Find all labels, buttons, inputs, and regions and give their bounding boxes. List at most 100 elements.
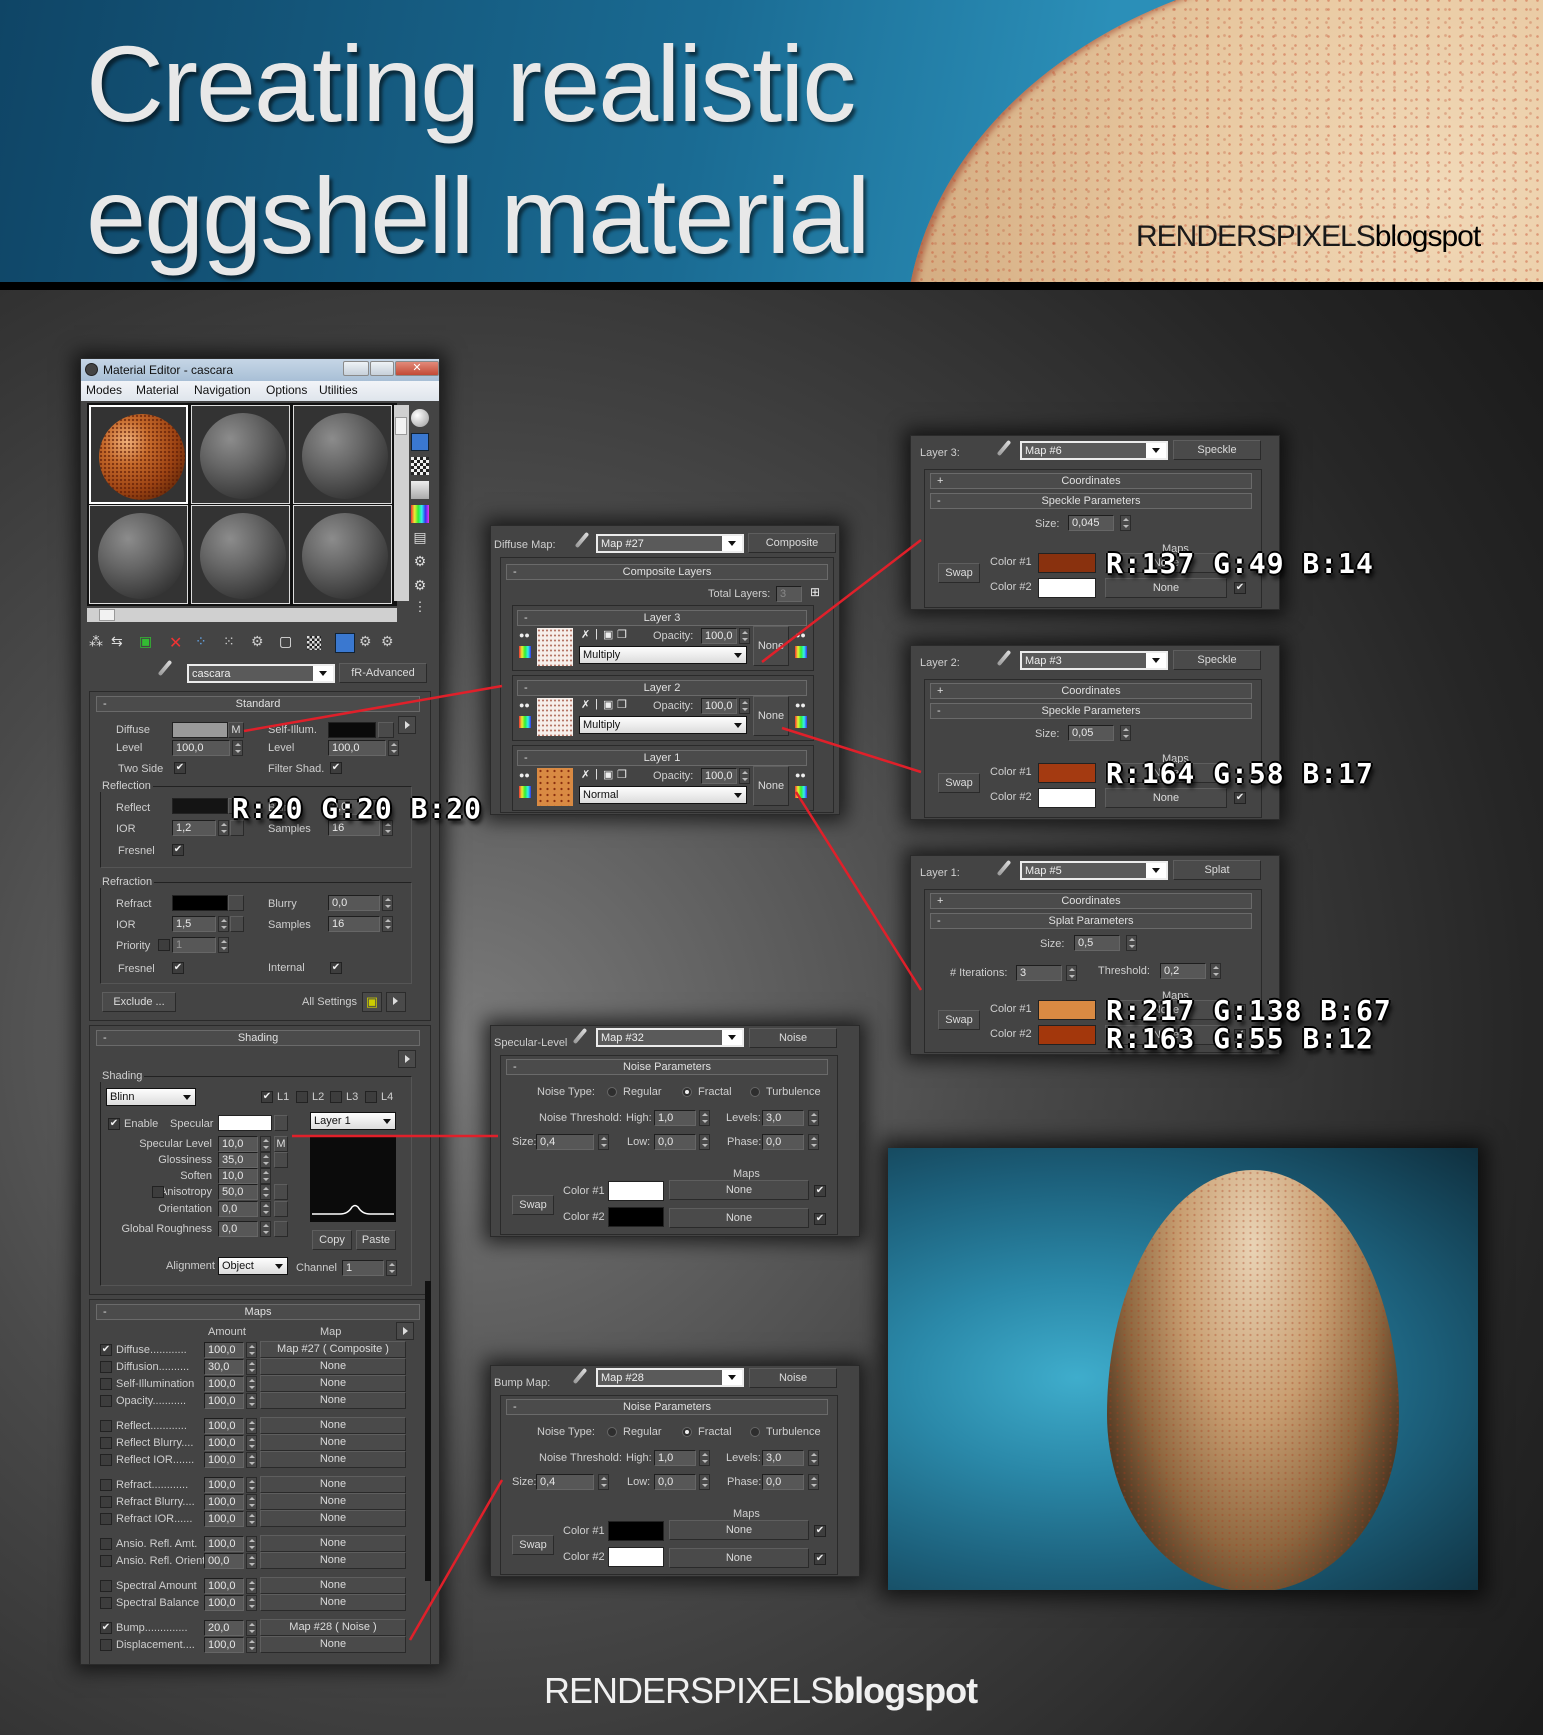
map-slot-button[interactable]: None [260,1434,406,1451]
show-end-result-icon[interactable] [307,636,321,650]
size-spinner[interactable] [1120,515,1131,531]
map-amount-field[interactable]: 100,0 [204,1595,244,1611]
map-amount-field[interactable]: 20,0 [204,1620,244,1636]
map-amount-field[interactable]: 100,0 [204,1452,244,1468]
expand-arrow-button[interactable] [398,716,416,734]
map-type-button[interactable]: Splat [1173,860,1261,880]
color2-map-checkbox[interactable]: ✔ [814,1213,826,1225]
composite-layer-header[interactable]: - Layer 3 [517,610,807,626]
sample-slot-4[interactable] [89,505,188,604]
param-map-button[interactable]: M [274,1136,288,1152]
menu-material[interactable]: Material [136,383,179,397]
blend-mode-dropdown[interactable]: Normal [579,786,747,804]
shading-rollout-header[interactable]: - Shading [96,1030,420,1046]
rename-layer-icon[interactable]: | [595,628,598,640]
opacity-field[interactable]: 100,0 [701,768,737,784]
map-amount-spinner[interactable] [246,1595,257,1611]
levels-field[interactable]: 3,0 [762,1450,804,1466]
map-amount-spinner[interactable] [246,1452,257,1468]
low-field[interactable]: 0,0 [654,1474,696,1490]
refract-ior-map-button[interactable] [230,916,244,932]
sample-slot-1[interactable] [89,405,188,504]
threshold-spinner[interactable] [1210,963,1221,979]
paste-button[interactable]: Paste [356,1230,396,1250]
refract-samples-field[interactable]: 16 [328,916,380,932]
reflect-color-swatch[interactable] [172,798,228,814]
color-correction-icon[interactable] [519,646,531,658]
param-field[interactable]: 0,0 [218,1221,258,1237]
map-amount-field[interactable]: 100,0 [204,1637,244,1653]
map-type-button[interactable]: Speckle [1173,650,1261,670]
swap-button[interactable]: Swap [938,1010,980,1030]
phase-field[interactable]: 0,0 [762,1474,804,1490]
composite-layer-header[interactable]: - Layer 2 [517,680,807,696]
map-amount-field[interactable]: 100,0 [204,1435,244,1451]
iterations-field[interactable]: 3 [1016,965,1062,981]
map-enable-checkbox[interactable] [100,1639,112,1651]
color1-swatch[interactable] [608,1521,664,1541]
put-material-icon[interactable]: ⇆ [111,633,131,653]
size-spinner[interactable] [598,1474,609,1490]
high-field[interactable]: 1,0 [654,1450,696,1466]
map-slot-button[interactable]: None [260,1493,406,1510]
param-field[interactable]: 35,0 [218,1152,258,1168]
exclude-button[interactable]: Exclude ... [102,992,176,1012]
map-slot-button[interactable]: None [260,1577,406,1594]
visibility-icon[interactable]: ●● [519,630,530,640]
noise-parameters-header[interactable]: - Noise Parameters [506,1059,828,1075]
color1-swatch[interactable] [1038,1000,1096,1020]
layer-l4-checkbox[interactable] [365,1091,377,1103]
background-checker-icon[interactable] [411,457,429,475]
map-slot-button[interactable]: None [260,1552,406,1569]
chevron-down-icon[interactable] [722,536,742,551]
get-material-icon[interactable]: ⁂ [89,633,109,653]
map-enable-checkbox[interactable] [100,1479,112,1491]
color-correction-icon[interactable] [519,716,531,728]
mask-color-correction-icon[interactable] [795,786,807,798]
map-type-button[interactable]: Composite [748,533,836,553]
size-field[interactable]: 0,5 [1074,935,1120,951]
copy-button[interactable]: Copy [312,1230,352,1250]
map-enable-checkbox[interactable] [100,1555,112,1567]
map-name-field[interactable]: Map #5 [1020,861,1168,880]
color1-swatch[interactable] [1038,553,1096,573]
map-enable-checkbox[interactable] [100,1580,112,1592]
channel-spinner[interactable] [386,1260,397,1276]
map-amount-field[interactable]: 30,0 [204,1359,244,1375]
composite-layers-header[interactable]: - Composite Layers [506,564,828,580]
map-enable-checkbox[interactable] [100,1513,112,1525]
sample-slot-5[interactable] [191,505,290,604]
swap-button[interactable]: Swap [512,1535,554,1555]
close-button[interactable]: ✕ [395,361,439,376]
map-amount-field[interactable]: 100,0 [204,1418,244,1434]
reflect-ior-spinner[interactable] [218,820,229,836]
swap-button[interactable]: Swap [512,1195,554,1215]
noise-type-radio-regular[interactable] [607,1427,617,1437]
map-enable-checkbox[interactable] [100,1496,112,1508]
swap-button[interactable]: Swap [938,773,980,793]
low-spinner[interactable] [699,1474,710,1490]
color2-map-button[interactable]: None [669,1548,809,1568]
size-spinner[interactable] [1120,725,1131,741]
param-spinner[interactable] [260,1152,271,1168]
map-amount-spinner[interactable] [246,1553,257,1569]
mask-visibility-icon[interactable]: ●● [795,630,806,640]
color2-map-button[interactable]: None [1105,788,1227,808]
map-amount-spinner[interactable] [246,1494,257,1510]
make-unique-icon[interactable]: ⁘ [195,633,215,653]
mask-color-correction-icon[interactable] [795,646,807,658]
param-map-button[interactable] [274,1201,288,1217]
iterations-spinner[interactable] [1066,965,1077,981]
size-field[interactable]: 0,4 [536,1474,594,1490]
map-amount-field[interactable]: 00,0 [204,1553,244,1569]
map-enable-checkbox[interactable] [100,1597,112,1609]
threshold-field[interactable]: 0,2 [1160,963,1206,979]
map-slot-button[interactable]: Map #28 ( Noise ) [260,1619,406,1636]
expand-arrow-button[interactable] [396,1322,414,1340]
map-amount-field[interactable]: 100,0 [204,1393,244,1409]
map-amount-spinner[interactable] [246,1477,257,1493]
opacity-spinner[interactable] [739,698,750,714]
assign-material-icon[interactable]: ▣ [139,633,159,653]
material-map-navigator-icon[interactable]: ⋮ [411,599,429,617]
pick-material-icon[interactable]: ⚙ [381,633,401,653]
